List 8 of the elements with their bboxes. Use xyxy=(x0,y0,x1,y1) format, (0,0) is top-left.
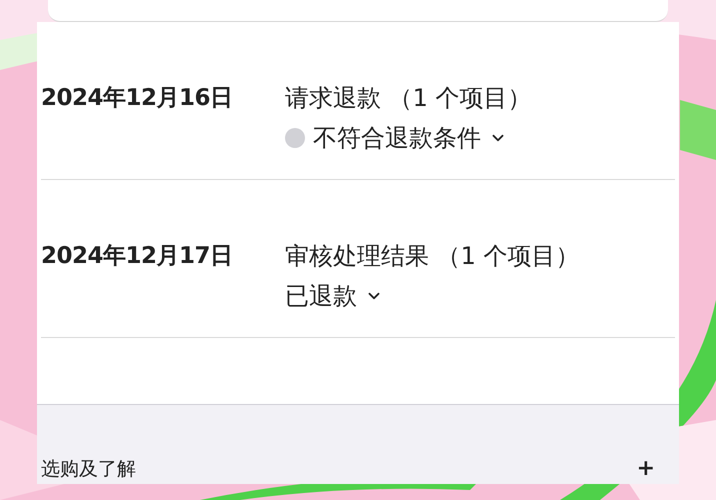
footer-label: 选购及了解 xyxy=(41,457,136,482)
request-title: 请求退款 （1 个项目） xyxy=(285,83,532,114)
status-dropdown[interactable]: 不符合退款条件 xyxy=(285,118,532,158)
status-dropdown[interactable]: 已退款 xyxy=(285,276,580,316)
date-label: 2024年12月16日 xyxy=(41,84,234,113)
expand-toggle[interactable]: + xyxy=(636,456,655,482)
request-title: 审核处理结果 （1 个项目） xyxy=(285,241,580,272)
date-label: 2024年12月17日 xyxy=(41,242,234,271)
